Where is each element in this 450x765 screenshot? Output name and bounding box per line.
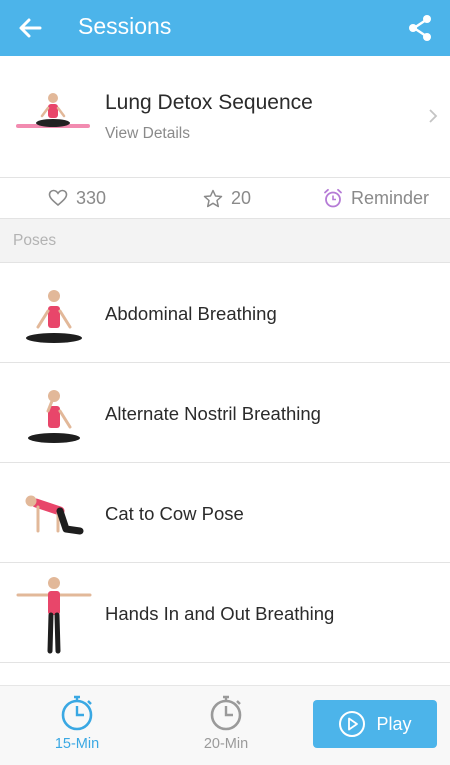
pose-image	[28, 390, 80, 443]
play-label: Play	[376, 713, 412, 734]
pose-label: Cat to Cow Pose	[105, 503, 244, 524]
favorite-button[interactable]: 20	[203, 187, 251, 209]
page-title: Sessions	[78, 13, 172, 39]
tab-15-min[interactable]: 15-Min	[37, 694, 117, 752]
list-item[interactable]: Alternate Nostril Breathing	[0, 363, 450, 463]
timer-icon	[61, 695, 93, 731]
timer-icon	[210, 695, 242, 731]
play-icon	[339, 711, 366, 737]
tab-20-min[interactable]: 20-Min	[186, 694, 266, 752]
session-name: Lung Detox Sequence	[105, 91, 313, 114]
chevron-right-icon[interactable]	[426, 106, 440, 126]
share-icon[interactable]	[404, 12, 436, 44]
app-bar: Sessions	[0, 0, 450, 56]
pose-image	[26, 290, 82, 343]
tab-label: 15-Min	[54, 736, 100, 752]
list-item[interactable]: Abdominal Breathing	[0, 263, 450, 363]
pose-label: Abdominal Breathing	[105, 303, 277, 324]
pose-image	[16, 577, 92, 654]
poses-section-header: Poses	[0, 219, 450, 263]
pose-label: Hands In and Out Breathing	[105, 603, 335, 624]
pose-label: Alternate Nostril Breathing	[105, 403, 321, 424]
like-count: 330	[76, 187, 107, 208]
section-title: Poses	[13, 232, 57, 249]
like-button[interactable]: 330	[48, 187, 106, 209]
view-details-link[interactable]: View Details	[105, 125, 190, 143]
alarm-clock-icon	[324, 188, 342, 207]
play-button[interactable]: Play	[313, 700, 437, 748]
pose-image	[25, 495, 84, 535]
tab-label: 20-Min	[203, 736, 249, 752]
star-count: 20	[231, 187, 252, 208]
reminder-button[interactable]: Reminder	[323, 187, 429, 209]
reminder-label: Reminder	[351, 187, 430, 208]
list-item[interactable]: Hands In and Out Breathing	[0, 563, 450, 663]
heart-icon	[48, 189, 68, 207]
arrow-left-icon[interactable]	[14, 12, 46, 44]
stats-row: 330 20 Reminder	[0, 178, 450, 219]
list-item[interactable]: Cat to Cow Pose	[0, 463, 450, 563]
session-thumbnail	[16, 93, 90, 128]
star-icon	[203, 189, 223, 207]
session-card[interactable]: Lung Detox Sequence View Details	[0, 56, 450, 178]
